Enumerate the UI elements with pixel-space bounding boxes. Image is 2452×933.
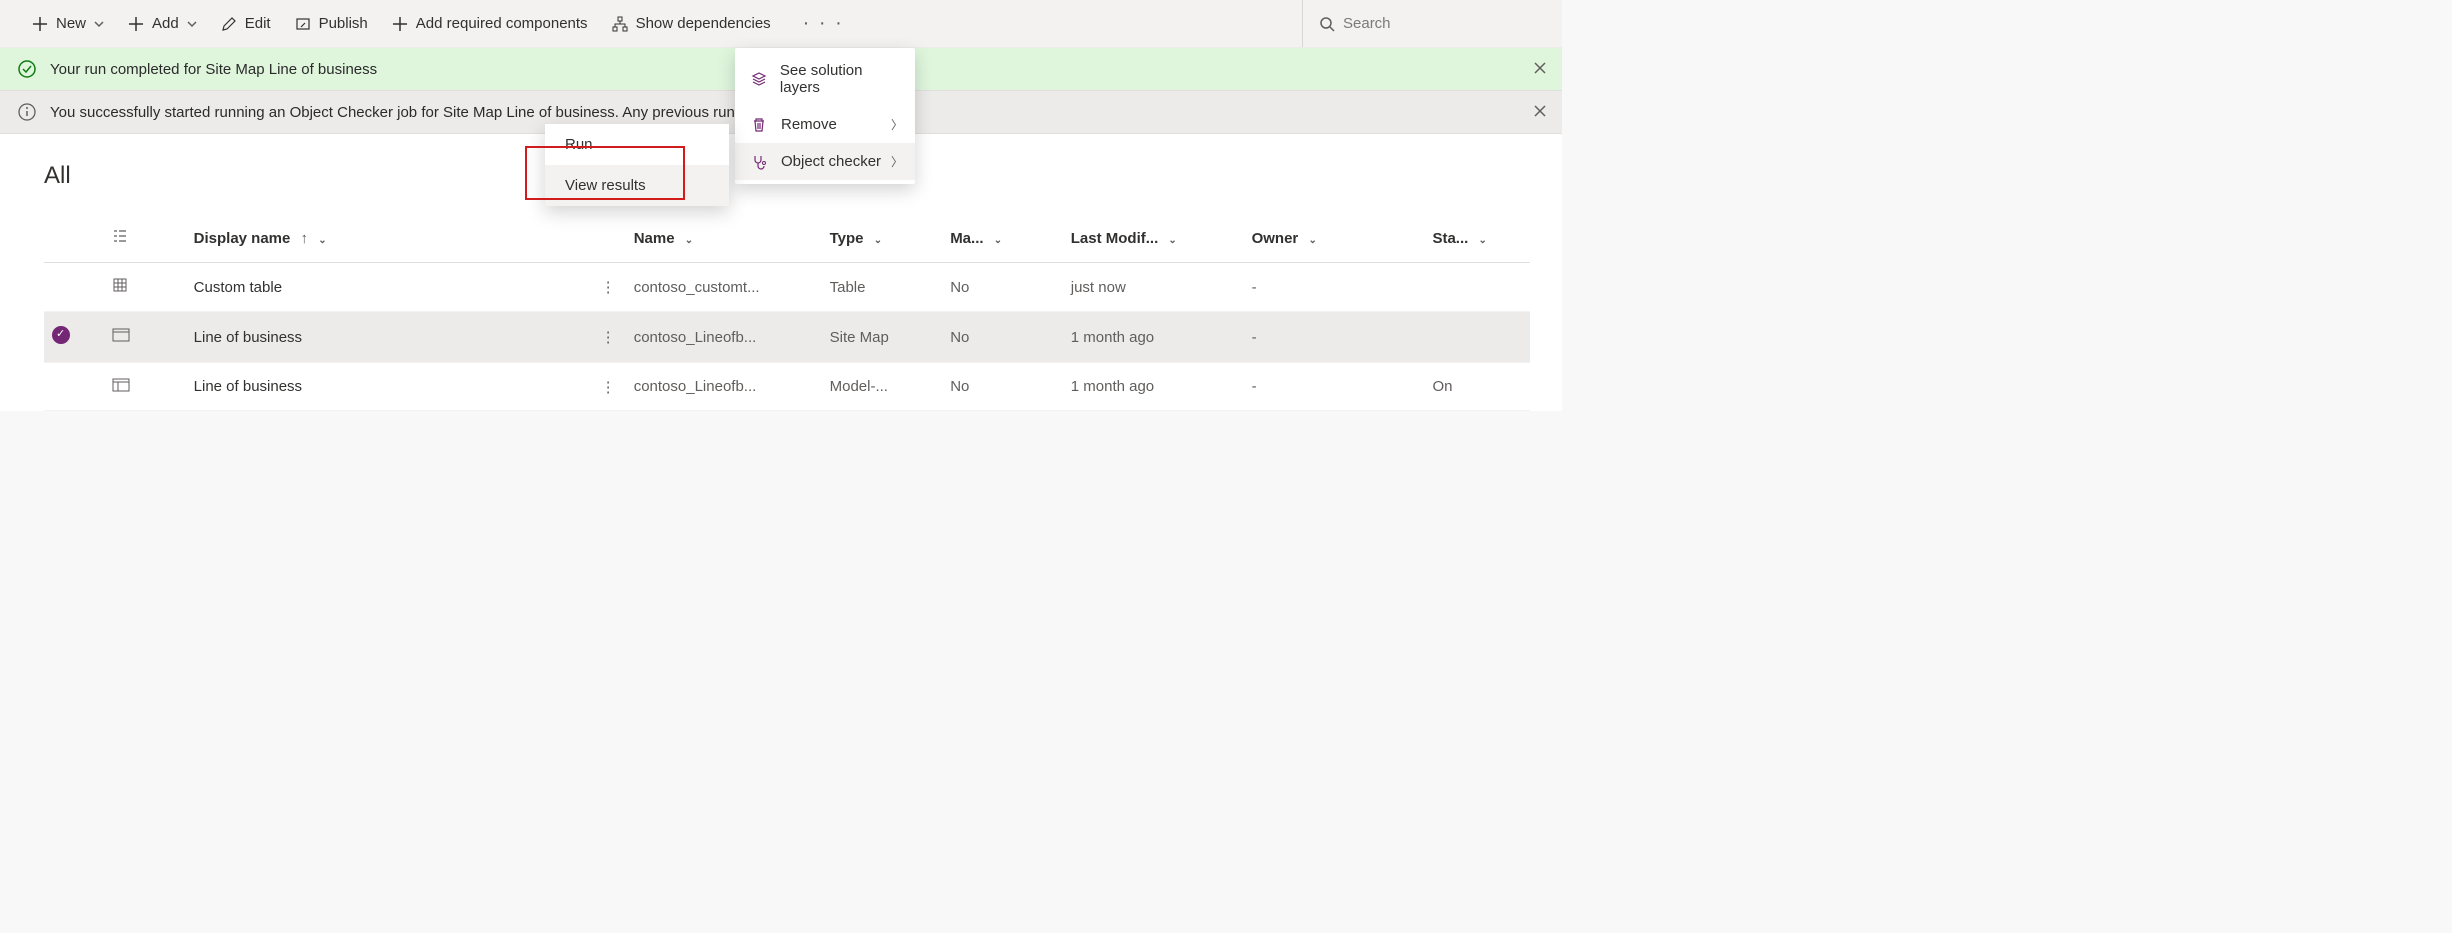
row-type-icon bbox=[104, 363, 185, 411]
row-last-modified: 1 month ago bbox=[1063, 312, 1244, 363]
submenu-view-results[interactable]: View results bbox=[545, 165, 729, 206]
add-label: Add bbox=[152, 15, 179, 32]
search-icon bbox=[1319, 16, 1335, 32]
check-circle-icon bbox=[16, 58, 38, 80]
add-required-button[interactable]: Add required components bbox=[380, 0, 600, 47]
row-select[interactable] bbox=[44, 312, 104, 363]
close-icon[interactable] bbox=[1534, 104, 1546, 120]
chevron-down-icon: ⌄ bbox=[1168, 235, 1176, 246]
search-box[interactable] bbox=[1302, 0, 1562, 47]
col-last-modified[interactable]: Last Modif... ⌄ bbox=[1063, 214, 1244, 263]
row-type: Table bbox=[822, 263, 943, 312]
row-status: On bbox=[1424, 363, 1530, 411]
col-name[interactable]: Name ⌄ bbox=[626, 214, 822, 263]
solution-grid: Display name ↑ ⌄ Name ⌄ Type ⌄ Ma... ⌄ bbox=[44, 214, 1530, 411]
row-last-modified: 1 month ago bbox=[1063, 363, 1244, 411]
row-type-icon bbox=[104, 312, 185, 363]
command-bar: New Add Edit Publish Add required compon… bbox=[0, 0, 1562, 48]
row-owner: - bbox=[1244, 363, 1425, 411]
sort-up-icon: ↑ bbox=[301, 230, 309, 247]
row-name: contoso_customt... bbox=[626, 263, 822, 312]
row-status bbox=[1424, 312, 1530, 363]
chevron-down-icon: ⌄ bbox=[1308, 235, 1316, 246]
chevron-right-icon: 〉 bbox=[891, 116, 903, 133]
pencil-icon bbox=[221, 16, 237, 32]
checkmark-icon bbox=[52, 326, 70, 344]
publish-button[interactable]: Publish bbox=[283, 0, 380, 47]
table-row[interactable]: Line of business ⋮ contoso_Lineofb... Si… bbox=[44, 312, 1530, 363]
info-circle-icon bbox=[16, 101, 38, 123]
plus-icon bbox=[128, 16, 144, 32]
object-checker-submenu: Run View results bbox=[545, 124, 729, 206]
row-managed: No bbox=[942, 363, 1063, 411]
new-button[interactable]: New bbox=[20, 0, 116, 47]
overflow-menu: See solution layers Remove 〉 Object chec… bbox=[735, 48, 915, 184]
menu-object-checker[interactable]: Object checker 〉 bbox=[735, 143, 915, 180]
search-input[interactable] bbox=[1343, 15, 1542, 32]
col-status[interactable]: Sta... ⌄ bbox=[1424, 214, 1530, 263]
row-more-button[interactable]: ⋮ bbox=[593, 312, 626, 363]
row-display-name[interactable]: Line of business bbox=[186, 363, 593, 411]
row-managed: No bbox=[942, 263, 1063, 312]
row-select[interactable] bbox=[44, 263, 104, 312]
publish-label: Publish bbox=[319, 15, 368, 32]
success-text: Your run completed for Site Map Line of … bbox=[50, 61, 377, 78]
col-type[interactable]: Type ⌄ bbox=[822, 214, 943, 263]
row-display-name[interactable]: Custom table bbox=[186, 263, 593, 312]
row-more-button[interactable]: ⋮ bbox=[593, 263, 626, 312]
row-owner: - bbox=[1244, 263, 1425, 312]
edit-button[interactable]: Edit bbox=[209, 0, 283, 47]
plus-icon bbox=[32, 16, 48, 32]
row-managed: No bbox=[942, 312, 1063, 363]
trash-icon bbox=[751, 117, 769, 133]
chevron-down-icon: ⌄ bbox=[318, 235, 326, 246]
table-row[interactable]: Line of business ⋮ contoso_Lineofb... Mo… bbox=[44, 363, 1530, 411]
add-button[interactable]: Add bbox=[116, 0, 209, 47]
chevron-down-icon bbox=[94, 19, 104, 29]
dependencies-icon bbox=[612, 16, 628, 32]
publish-icon bbox=[295, 16, 311, 32]
row-display-name[interactable]: Line of business bbox=[186, 312, 593, 363]
row-name: contoso_Lineofb... bbox=[626, 312, 822, 363]
chevron-down-icon: ⌄ bbox=[1478, 235, 1486, 246]
new-label: New bbox=[56, 15, 86, 32]
col-managed[interactable]: Ma... ⌄ bbox=[942, 214, 1063, 263]
col-display-name[interactable]: Display name ↑ ⌄ bbox=[186, 214, 593, 263]
row-last-modified: just now bbox=[1063, 263, 1244, 312]
stethoscope-icon bbox=[751, 154, 769, 170]
close-icon[interactable] bbox=[1534, 61, 1546, 77]
menu-see-solution-layers[interactable]: See solution layers bbox=[735, 52, 915, 106]
show-dependencies-button[interactable]: Show dependencies bbox=[600, 0, 783, 47]
submenu-run[interactable]: Run bbox=[545, 124, 729, 165]
ellipsis-icon: · · · bbox=[803, 12, 844, 34]
add-required-label: Add required components bbox=[416, 15, 588, 32]
col-owner[interactable]: Owner ⌄ bbox=[1244, 214, 1425, 263]
show-deps-label: Show dependencies bbox=[636, 15, 771, 32]
chevron-down-icon: ⌄ bbox=[874, 235, 882, 246]
chevron-right-icon: 〉 bbox=[891, 153, 903, 170]
header-row: Display name ↑ ⌄ Name ⌄ Type ⌄ Ma... ⌄ bbox=[44, 214, 1530, 263]
menu-remove[interactable]: Remove 〉 bbox=[735, 106, 915, 143]
row-more-button[interactable]: ⋮ bbox=[593, 363, 626, 411]
row-type: Model-... bbox=[822, 363, 943, 411]
chevron-down-icon: ⌄ bbox=[685, 235, 693, 246]
table-row[interactable]: Custom table ⋮ contoso_customt... Table … bbox=[44, 263, 1530, 312]
chevron-down-icon: ⌄ bbox=[994, 235, 1002, 246]
row-owner: - bbox=[1244, 312, 1425, 363]
row-name: contoso_Lineofb... bbox=[626, 363, 822, 411]
row-type-icon bbox=[104, 263, 185, 312]
row-status bbox=[1424, 263, 1530, 312]
plus-icon bbox=[392, 16, 408, 32]
row-type: Site Map bbox=[822, 312, 943, 363]
edit-label: Edit bbox=[245, 15, 271, 32]
chevron-down-icon bbox=[187, 19, 197, 29]
overflow-button[interactable]: · · · bbox=[791, 12, 856, 35]
column-picker-icon[interactable] bbox=[104, 214, 185, 263]
layers-icon bbox=[751, 71, 768, 87]
row-select[interactable] bbox=[44, 363, 104, 411]
